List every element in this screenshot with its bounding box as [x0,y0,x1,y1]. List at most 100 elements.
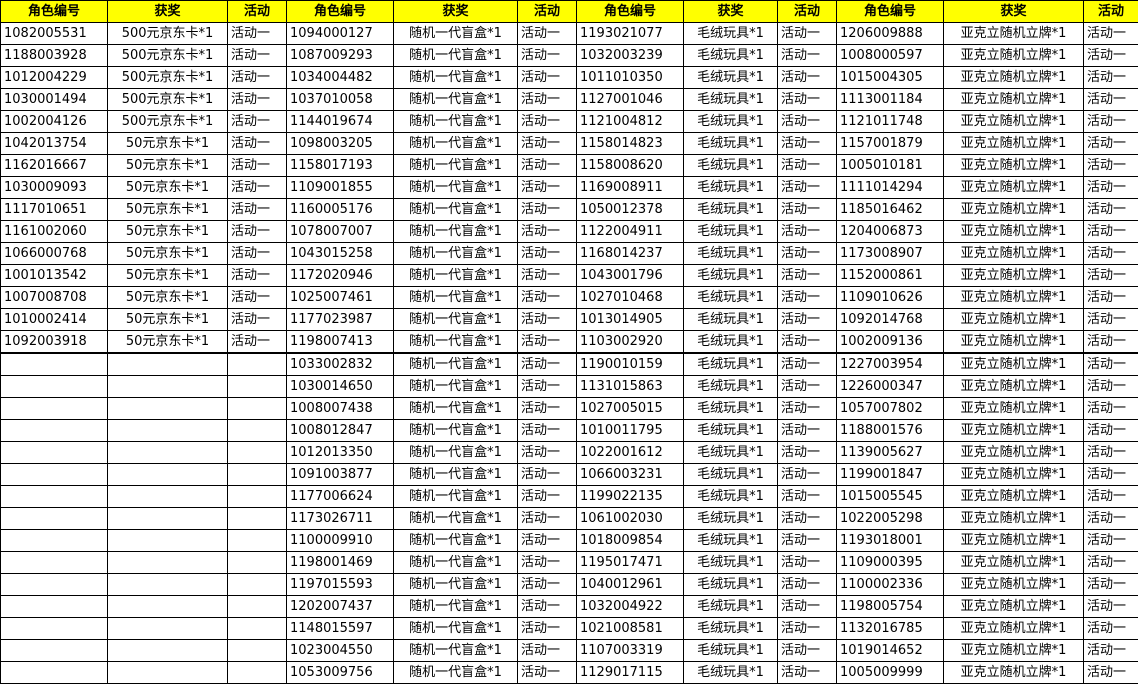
activity-cell: 活动一 [1084,552,1138,574]
prize-cell: 亚克立随机立牌*1 [944,353,1084,376]
activity-cell: 活动一 [778,420,837,442]
table-row: 1002004126500元京东卡*1活动一1144019674随机一代盲盒*1… [1,111,1138,133]
role-id-cell: 1197015593 [287,574,394,596]
activity-cell: 活动一 [778,221,837,243]
role-id-cell: 1127001046 [577,89,684,111]
table-row: 1148015597随机一代盲盒*1活动一1021008581毛绒玩具*1活动一… [1,618,1138,640]
role-id-cell: 1107003319 [577,640,684,662]
prize-cell: 随机一代盲盒*1 [394,199,518,221]
activity-cell: 活动一 [518,486,577,508]
prize-cell: 随机一代盲盒*1 [394,398,518,420]
role-id-cell: 1177023987 [287,309,394,331]
role-id-cell: 1034004482 [287,67,394,89]
role-id-cell: 1109000395 [837,552,944,574]
role-id-cell: 1092003918 [1,331,108,354]
role-id-cell: 1190010159 [577,353,684,376]
prize-cell: 亚克立随机立牌*1 [944,111,1084,133]
activity-cell: 活动一 [778,133,837,155]
activity-cell: 活动一 [518,67,577,89]
prize-cell: 亚克立随机立牌*1 [944,243,1084,265]
role-id-cell: 1022001612 [577,442,684,464]
activity-cell: 活动一 [518,221,577,243]
role-id-cell: 1010002414 [1,309,108,331]
prize-cell: 50元京东卡*1 [108,309,228,331]
role-id-cell: 1002009136 [837,331,944,354]
prize-cell [108,486,228,508]
prize-cell: 亚克立随机立牌*1 [944,89,1084,111]
activity-cell: 活动一 [1084,199,1138,221]
prize-cell: 毛绒玩具*1 [684,662,778,684]
role-id-cell: 1227003954 [837,353,944,376]
activity-cell: 活动一 [518,640,577,662]
activity-cell: 活动一 [228,45,287,67]
role-id-cell: 1100002336 [837,574,944,596]
table-row: 104201375450元京东卡*1活动一1098003205随机一代盲盒*1活… [1,133,1138,155]
prize-cell: 50元京东卡*1 [108,331,228,354]
activity-cell: 活动一 [518,420,577,442]
role-id-cell: 1109001855 [287,177,394,199]
activity-cell: 活动一 [228,309,287,331]
header-cell-prize: 获奖 [944,1,1084,23]
role-id-cell: 1053009756 [287,662,394,684]
role-id-cell: 1066003231 [577,464,684,486]
activity-cell: 活动一 [1084,309,1138,331]
role-id-cell: 1152000861 [837,265,944,287]
activity-cell: 活动一 [1084,265,1138,287]
table-row: 116201666750元京东卡*1活动一1158017193随机一代盲盒*1活… [1,155,1138,177]
role-id-cell: 1092014768 [837,309,944,331]
role-id-cell: 1100009910 [287,530,394,552]
role-id-cell: 1139005627 [837,442,944,464]
role-id-cell: 1019014652 [837,640,944,662]
table-body: 1082005531500元京东卡*1活动一1094000127随机一代盲盒*1… [1,23,1138,684]
role-id-cell: 1032003239 [577,45,684,67]
activity-cell: 活动一 [1084,574,1138,596]
prize-cell: 500元京东卡*1 [108,45,228,67]
role-id-cell: 1012004229 [1,67,108,89]
role-id-cell: 1043001796 [577,265,684,287]
role-id-cell: 1173026711 [287,508,394,530]
role-id-cell: 1158017193 [287,155,394,177]
prize-cell: 毛绒玩具*1 [684,530,778,552]
activity-cell: 活动一 [518,89,577,111]
role-id-cell [1,640,108,662]
header-cell-prize: 获奖 [108,1,228,23]
activity-cell: 活动一 [778,662,837,684]
prize-cell: 随机一代盲盒*1 [394,420,518,442]
activity-cell: 活动一 [518,662,577,684]
prize-cell: 亚克立随机立牌*1 [944,442,1084,464]
activity-cell: 活动一 [518,353,577,376]
prize-cell: 随机一代盲盒*1 [394,464,518,486]
role-id-cell [1,618,108,640]
prize-cell [108,442,228,464]
prize-cell: 随机一代盲盒*1 [394,331,518,354]
role-id-cell: 1113001184 [837,89,944,111]
activity-cell: 活动一 [778,243,837,265]
role-id-cell: 1172020946 [287,265,394,287]
prize-cell [108,618,228,640]
activity-cell: 活动一 [778,177,837,199]
prize-cell: 50元京东卡*1 [108,287,228,309]
prize-cell: 毛绒玩具*1 [684,486,778,508]
role-id-cell: 1198005754 [837,596,944,618]
role-id-cell: 1158014823 [577,133,684,155]
header-cell-activity: 活动 [518,1,577,23]
activity-cell: 活动一 [1084,67,1138,89]
prize-cell: 毛绒玩具*1 [684,618,778,640]
role-id-cell: 1158008620 [577,155,684,177]
role-id-cell [1,662,108,684]
role-id-cell: 1129017115 [577,662,684,684]
header-cell-activity: 活动 [778,1,837,23]
activity-cell: 活动一 [778,155,837,177]
activity-cell: 活动一 [518,331,577,354]
activity-cell: 活动一 [1084,376,1138,398]
prize-cell: 毛绒玩具*1 [684,640,778,662]
role-id-cell: 1008000597 [837,45,944,67]
activity-cell [228,442,287,464]
table-row: 1023004550随机一代盲盒*1活动一1107003319毛绒玩具*1活动一… [1,640,1138,662]
activity-cell [228,530,287,552]
prize-cell [108,574,228,596]
prize-cell: 毛绒玩具*1 [684,287,778,309]
table-row: 1030014650随机一代盲盒*1活动一1131015863毛绒玩具*1活动一… [1,376,1138,398]
prize-cell [108,662,228,684]
role-id-cell [1,530,108,552]
